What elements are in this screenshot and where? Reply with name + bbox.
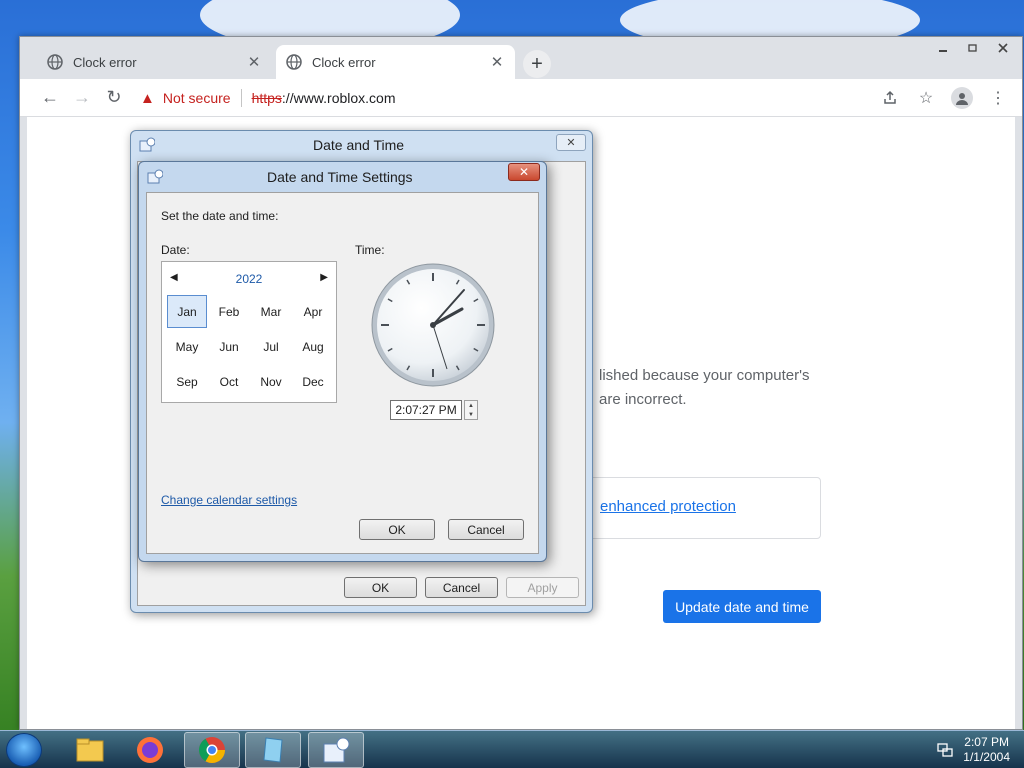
reload-icon[interactable]: ↻: [98, 82, 130, 114]
instruction-label: Set the date and time:: [161, 209, 279, 223]
clock-date: 1/1/2004: [963, 750, 1010, 764]
month-may[interactable]: May: [166, 329, 208, 364]
taskbar-clock[interactable]: 2:07 PM 1/1/2004: [963, 735, 1010, 765]
cancel-button[interactable]: Cancel: [425, 577, 498, 598]
close-window-icon[interactable]: [990, 39, 1016, 57]
protection-box: enhanced protection: [575, 477, 821, 539]
month-apr[interactable]: Apr: [292, 294, 334, 329]
tab-title: Clock error: [312, 54, 376, 70]
tab-title: Clock error: [73, 54, 137, 70]
back-icon[interactable]: ←: [34, 82, 66, 114]
start-button[interactable]: [6, 733, 42, 767]
date-label: Date:: [161, 243, 190, 257]
dialog-body: Set the date and time: Date: Time: ◀ 202…: [146, 192, 539, 554]
globe-icon: [47, 54, 63, 70]
cancel-button[interactable]: Cancel: [448, 519, 524, 540]
toolbar-actions: ☆ ⋮: [876, 84, 1012, 112]
time-input[interactable]: 2:07:27 PM: [390, 400, 462, 420]
share-icon[interactable]: [876, 84, 904, 112]
spin-down-icon[interactable]: ▼: [468, 412, 474, 418]
globe-icon: [286, 54, 302, 70]
error-message: lished because your computer's are incor…: [599, 364, 809, 412]
month-calendar: ◀ 2022 ▶ Jan Feb Mar Apr May Jun Jul Aug…: [161, 261, 337, 403]
month-sep[interactable]: Sep: [166, 364, 208, 399]
dialog-title: Date and Time: [313, 137, 405, 153]
tab-close-icon[interactable]: ✕: [489, 53, 505, 71]
url-scheme: https: [251, 90, 282, 106]
calendar-clock-icon: [147, 169, 164, 190]
address-divider: [240, 89, 242, 107]
minimize-icon[interactable]: [930, 39, 956, 57]
taskbar-explorer-icon[interactable]: [62, 732, 118, 768]
network-icon[interactable]: [937, 742, 953, 758]
url-host: ://www.roblox.com: [281, 90, 396, 106]
dialog-title: Date and Time Settings: [267, 169, 413, 185]
tab-close-icon[interactable]: ✕: [246, 53, 262, 71]
clock-time: 2:07 PM: [964, 735, 1009, 749]
month-aug[interactable]: Aug: [292, 329, 334, 364]
browser-toolbar: ← → ↻ ▲ Not secure https ://www.roblox.c…: [20, 79, 1022, 117]
month-jul[interactable]: Jul: [250, 329, 292, 364]
taskbar-firefox-icon[interactable]: [122, 732, 178, 768]
taskbar-notepad-icon[interactable]: [245, 732, 301, 768]
taskbar-datetime-icon[interactable]: [308, 732, 364, 768]
tab-clock-error-1[interactable]: Clock error ✕: [37, 45, 272, 79]
month-jun[interactable]: Jun: [208, 329, 250, 364]
system-tray: 2:07 PM 1/1/2004: [937, 731, 1024, 768]
profile-button[interactable]: [948, 84, 976, 112]
change-calendar-settings-link[interactable]: Change calendar settings: [161, 493, 297, 507]
taskbar: 2:07 PM 1/1/2004: [0, 730, 1024, 768]
apply-button[interactable]: Apply: [506, 577, 579, 598]
error-message-line-1: lished because your computer's: [599, 367, 810, 384]
not-secure-label[interactable]: Not secure: [163, 90, 231, 106]
update-date-time-button[interactable]: Update date and time: [663, 590, 821, 623]
warning-icon[interactable]: ▲: [140, 90, 155, 107]
month-nov[interactable]: Nov: [250, 364, 292, 399]
ok-button[interactable]: OK: [344, 577, 417, 598]
month-dec[interactable]: Dec: [292, 364, 334, 399]
close-icon[interactable]: ✕: [556, 134, 586, 151]
restore-icon[interactable]: [960, 39, 986, 57]
month-grid: Jan Feb Mar Apr May Jun Jul Aug Sep Oct …: [166, 294, 334, 399]
calendar-clock-icon: [139, 137, 156, 158]
taskbar-chrome-icon[interactable]: [184, 732, 240, 768]
date-time-settings-dialog: Date and Time Settings ✕ Set the date an…: [138, 161, 547, 562]
month-mar[interactable]: Mar: [250, 294, 292, 329]
time-label: Time:: [355, 243, 385, 257]
enhanced-protection-link[interactable]: enhanced protection: [600, 498, 736, 515]
close-icon[interactable]: ✕: [508, 163, 540, 181]
forward-icon[interactable]: →: [66, 82, 98, 114]
analog-clock: [371, 263, 495, 387]
dialog-titlebar[interactable]: Date and Time ✕: [131, 131, 592, 159]
menu-kebab-icon[interactable]: ⋮: [984, 84, 1012, 112]
tab-clock-error-2[interactable]: Clock error ✕: [276, 45, 515, 79]
tab-strip: Clock error ✕ Clock error ✕ +: [20, 37, 1022, 79]
window-controls: [930, 39, 1016, 57]
calendar-year[interactable]: 2022: [162, 272, 336, 286]
address-bar[interactable]: ▲ Not secure https ://www.roblox.com: [140, 85, 396, 111]
month-oct[interactable]: Oct: [208, 364, 250, 399]
ok-button[interactable]: OK: [359, 519, 435, 540]
time-spinner[interactable]: ▲ ▼: [464, 400, 478, 420]
bookmark-star-icon[interactable]: ☆: [912, 84, 940, 112]
month-jan[interactable]: Jan: [167, 295, 207, 328]
spin-up-icon[interactable]: ▲: [468, 403, 474, 409]
next-year-icon[interactable]: ▶: [320, 272, 328, 283]
month-feb[interactable]: Feb: [208, 294, 250, 329]
error-message-line-2: are incorrect.: [599, 391, 687, 408]
avatar-icon: [951, 87, 973, 109]
new-tab-button[interactable]: +: [523, 50, 551, 78]
